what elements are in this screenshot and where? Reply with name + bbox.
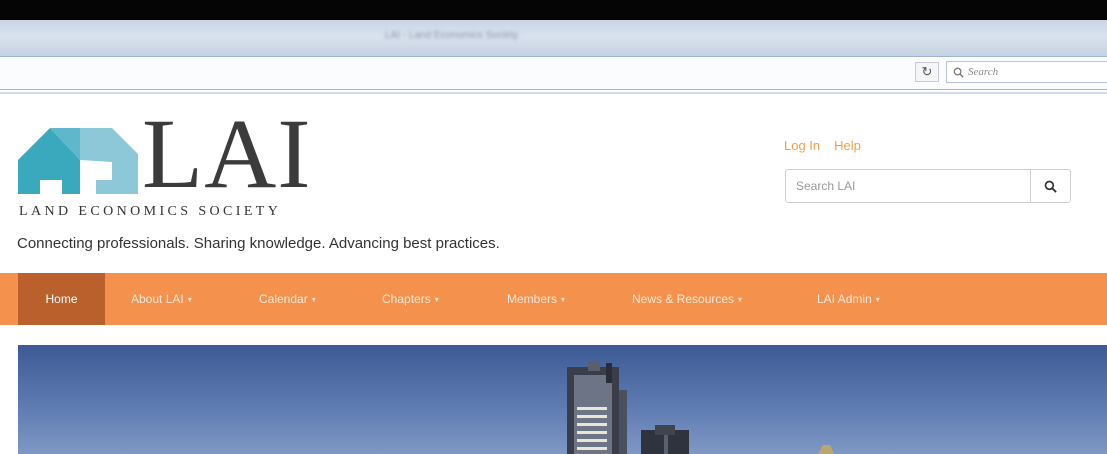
nav-item-label: Members bbox=[507, 292, 558, 306]
site-search bbox=[785, 169, 1071, 203]
nav-about-lai[interactable]: About LAI ▾ bbox=[131, 273, 192, 325]
site-search-button[interactable] bbox=[1030, 170, 1070, 202]
caret-down-icon: ▾ bbox=[434, 294, 439, 304]
nav-item-label: About LAI bbox=[131, 292, 184, 306]
nav-chapters[interactable]: Chapters ▾ bbox=[382, 273, 439, 325]
site-tagline: Connecting professionals. Sharing knowle… bbox=[17, 235, 500, 252]
site-search-input[interactable] bbox=[786, 170, 1030, 202]
search-icon bbox=[953, 67, 964, 78]
screen-top-edge bbox=[0, 0, 1107, 20]
browser-search-placeholder: Search bbox=[968, 66, 999, 78]
browser-toolbar bbox=[0, 56, 1107, 90]
nav-item-label: Home bbox=[45, 292, 78, 306]
caret-down-icon: ▾ bbox=[187, 294, 192, 304]
logo-subtitle: LAND ECONOMICS SOCIETY bbox=[19, 204, 282, 219]
utility-links: Log In Help bbox=[784, 138, 861, 153]
nav-item-label: LAI Admin bbox=[817, 292, 872, 306]
nav-item-label: Chapters bbox=[382, 292, 431, 306]
nav-item-label: Calendar bbox=[259, 292, 308, 306]
caret-down-icon: ▾ bbox=[311, 294, 316, 304]
caret-down-icon: ▾ bbox=[875, 294, 880, 304]
city-skyline-image bbox=[567, 361, 834, 454]
caret-down-icon: ▾ bbox=[738, 294, 743, 304]
caret-down-icon: ▾ bbox=[561, 294, 566, 304]
nav-home[interactable]: Home bbox=[18, 273, 105, 325]
nav-members[interactable]: Members ▾ bbox=[507, 273, 565, 325]
browser-search-box[interactable]: Search bbox=[946, 61, 1107, 83]
lai-logo-mark-icon[interactable] bbox=[18, 122, 138, 194]
reload-icon: ↻ bbox=[921, 64, 933, 79]
main-nav: Home About LAI ▾ Calendar ▾ Chapters ▾ M… bbox=[0, 273, 1107, 325]
reload-button[interactable]: ↻ bbox=[915, 62, 939, 82]
nav-news-resources[interactable]: News & Resources ▾ bbox=[632, 273, 742, 325]
toolbar-divider bbox=[0, 92, 1107, 94]
window-title: LAI - Land Economics Society bbox=[385, 30, 519, 41]
browser-titlebar: LAI - Land Economics Society bbox=[0, 20, 1107, 56]
nav-item-label: News & Resources bbox=[632, 292, 735, 306]
search-icon bbox=[1044, 180, 1057, 193]
help-link[interactable]: Help bbox=[834, 138, 861, 153]
hero-banner bbox=[18, 345, 1107, 454]
login-link[interactable]: Log In bbox=[784, 138, 820, 153]
nav-calendar[interactable]: Calendar ▾ bbox=[259, 273, 316, 325]
logo-wordmark[interactable]: LAI bbox=[142, 104, 312, 204]
nav-lai-admin[interactable]: LAI Admin ▾ bbox=[817, 273, 880, 325]
